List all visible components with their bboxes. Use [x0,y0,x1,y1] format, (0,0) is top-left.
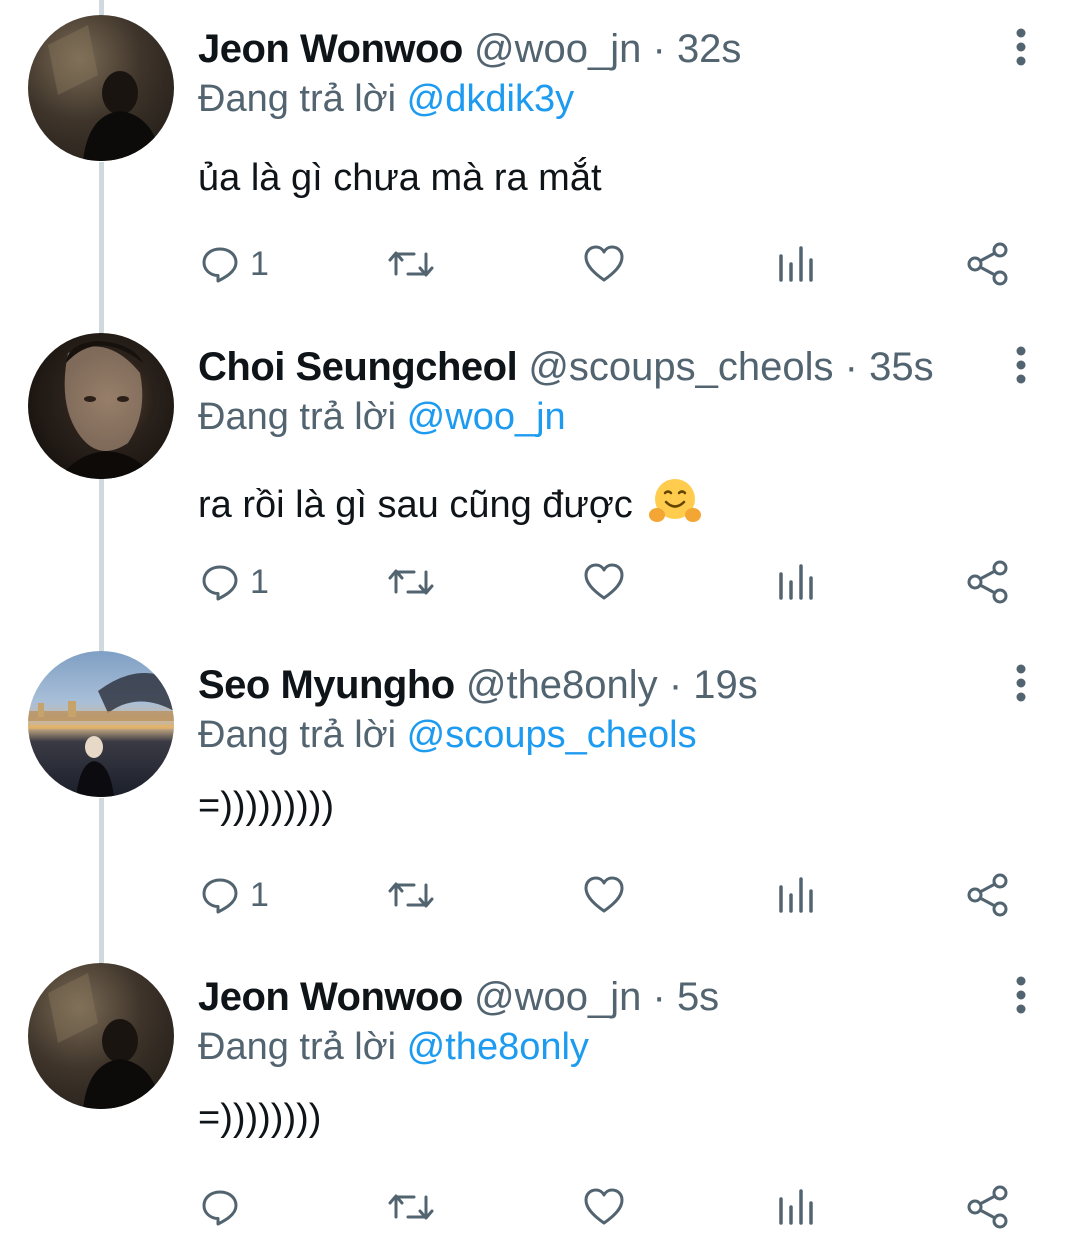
reply-prefix: Đang trả lời [198,396,397,438]
tweet-text-wrap: ra rồi là gì sau cũng được [198,475,702,527]
retweet-icon [388,1194,434,1220]
tweet[interactable]: Seo Myungho @the8only · 19s Đang trả lời… [0,651,1080,951]
like-button[interactable] [583,554,625,610]
analytics-button[interactable] [777,1179,815,1235]
replying-to: Đang trả lời @the8only [198,1019,589,1075]
reply-count: 1 [250,244,269,283]
avatar[interactable] [28,651,174,797]
tweet[interactable]: Jeon Wonwoo @woo_jn · 5s Đang trả lời @t… [0,963,1080,1249]
analytics-button[interactable] [777,867,815,923]
retweet-button[interactable] [386,554,436,610]
reply-count: 1 [250,875,269,914]
user-name[interactable]: Choi Seungcheol [198,345,518,389]
thread-line [99,0,104,15]
user-name[interactable]: Seo Myungho [198,663,455,707]
share-icon [967,560,1008,604]
reply-prefix: Đang trả lời [198,714,397,756]
analytics-icon [779,1189,813,1225]
share-icon [967,242,1008,286]
share-button[interactable] [966,554,1010,610]
action-bar [0,1179,1080,1235]
share-button[interactable] [966,236,1010,292]
tweet-text: =))))))))) [198,785,335,827]
share-icon [967,1185,1008,1229]
avatar[interactable] [28,963,174,1109]
reply-to-link[interactable]: @dkdik3y [407,78,574,120]
separator: · [652,27,666,71]
tweet-header: Jeon Wonwoo @woo_jn · 32s [198,19,741,79]
like-icon [584,1188,624,1225]
tweet-header: Seo Myungho @the8only · 19s [198,655,758,715]
like-button[interactable] [583,1179,625,1235]
retweet-button[interactable] [386,236,436,292]
reply-prefix: Đang trả lời [198,1026,397,1068]
user-handle[interactable]: @the8only [466,663,658,707]
share-button[interactable] [966,867,1010,923]
reply-to-link[interactable]: @scoups_cheols [407,714,697,756]
reply-button[interactable]: 1 [200,867,269,923]
more-icon[interactable] [1006,27,1036,67]
like-button[interactable] [583,867,625,923]
tweet-text: =)))))))) [198,1097,322,1139]
user-name[interactable]: Jeon Wonwoo [198,975,463,1019]
reply-icon [202,1190,238,1226]
action-bar: 1 [0,236,1080,292]
action-bar: 1 [0,867,1080,923]
timestamp[interactable]: 32s [677,27,742,71]
timestamp[interactable]: 5s [677,975,719,1019]
more-icon[interactable] [1006,345,1036,385]
more-icon[interactable] [1006,975,1036,1015]
user-name[interactable]: Jeon Wonwoo [198,27,463,71]
separator: · [844,345,858,389]
analytics-icon [779,246,813,282]
reply-icon [202,565,238,601]
timestamp[interactable]: 35s [869,345,934,389]
like-icon [584,563,624,600]
separator: · [652,975,666,1019]
retweet-icon [388,251,434,277]
separator: · [668,663,683,707]
reply-to-link[interactable]: @woo_jn [407,396,566,438]
user-handle[interactable]: @scoups_cheols [528,345,833,389]
retweet-button[interactable] [386,1179,436,1235]
reply-button[interactable]: 1 [200,236,269,292]
analytics-button[interactable] [777,236,815,292]
replying-to: Đang trả lời @scoups_cheols [198,707,697,763]
analytics-icon [779,877,813,913]
analytics-icon [779,564,813,600]
like-icon [584,245,624,282]
reply-to-link[interactable]: @the8only [407,1026,589,1068]
reply-button[interactable] [200,1179,250,1235]
share-button[interactable] [966,1179,1010,1235]
retweet-icon [388,882,434,908]
reply-button[interactable]: 1 [200,554,269,610]
reply-icon [202,878,238,914]
analytics-button[interactable] [777,554,815,610]
tweet[interactable]: Choi Seungcheol @scoups_cheols · 35s Đan… [0,333,1080,633]
tweet-text: ra rồi là gì sau cũng được [198,484,633,526]
retweet-icon [388,569,434,595]
tweet[interactable]: Jeon Wonwoo @woo_jn · 32s Đang trả lời @… [0,15,1080,315]
share-icon [967,873,1008,917]
replying-to: Đang trả lời @woo_jn [198,389,566,445]
tweet-text: ủa là gì chưa mà ra mắt [198,157,602,199]
reply-prefix: Đang trả lời [198,78,397,120]
like-icon [584,876,624,913]
reply-icon [202,247,238,283]
tweet-header: Jeon Wonwoo @woo_jn · 5s [198,967,719,1027]
hugging-face-emoji [649,479,702,522]
user-handle[interactable]: @woo_jn [474,975,641,1019]
reply-count: 1 [250,562,269,601]
retweet-button[interactable] [386,867,436,923]
replying-to: Đang trả lời @dkdik3y [198,71,574,127]
more-icon[interactable] [1006,663,1036,703]
avatar[interactable] [28,15,174,161]
tweet-header: Choi Seungcheol @scoups_cheols · 35s [198,337,934,397]
timestamp[interactable]: 19s [693,663,758,707]
action-bar: 1 [0,554,1080,610]
user-handle[interactable]: @woo_jn [474,27,641,71]
avatar[interactable] [28,333,174,479]
like-button[interactable] [583,236,625,292]
